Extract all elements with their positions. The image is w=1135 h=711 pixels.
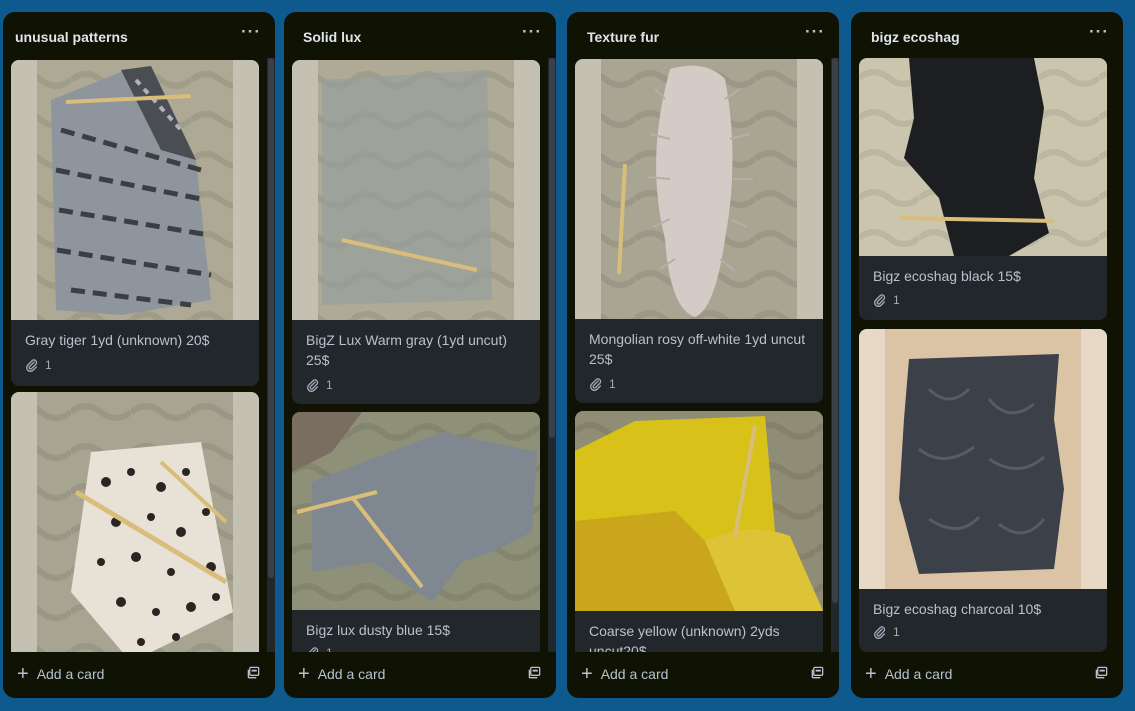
list-bigz-ecoshag: bigz ecoshag ··· Bigz ecoshag black 15$ … bbox=[851, 12, 1123, 698]
scrollbar[interactable] bbox=[548, 58, 556, 652]
paperclip-icon bbox=[873, 293, 887, 307]
more-horizontal-icon[interactable]: ··· bbox=[522, 22, 542, 42]
scrollbar[interactable] bbox=[831, 58, 839, 652]
card-title: Bigz lux dusty blue 15$ bbox=[306, 622, 450, 638]
attachment-count: 1 bbox=[45, 358, 52, 372]
scrollbar[interactable] bbox=[267, 58, 275, 652]
paperclip-icon bbox=[25, 358, 39, 372]
list-title[interactable]: unusual patterns bbox=[15, 29, 128, 45]
list-footer: + Add a card bbox=[284, 652, 556, 698]
card-cover-image bbox=[11, 392, 259, 652]
plus-icon: + bbox=[17, 663, 29, 685]
add-card-button[interactable]: + Add a card bbox=[292, 658, 492, 690]
card-mongolian[interactable]: Mongolian rosy off-white 1yd uncut 25$ 1 bbox=[575, 59, 823, 403]
attachment-count: 1 bbox=[893, 625, 900, 639]
card-title: Gray tiger 1yd (unknown) 20$ bbox=[25, 332, 210, 348]
add-card-label: Add a card bbox=[36, 666, 105, 682]
scrollbar-thumb[interactable] bbox=[549, 58, 555, 438]
attachment-count: 1 bbox=[326, 378, 333, 392]
card-cover-image bbox=[859, 329, 1107, 589]
more-horizontal-icon[interactable]: ··· bbox=[241, 22, 261, 42]
attachment-count: 1 bbox=[609, 377, 616, 391]
card-cover-image bbox=[575, 59, 823, 319]
card-title: Mongolian rosy off-white 1yd uncut 25$ bbox=[589, 331, 806, 367]
card-cover-image bbox=[11, 60, 259, 320]
plus-icon: + bbox=[865, 663, 877, 685]
attachment-badge: 1 bbox=[25, 358, 52, 372]
card-title: BigZ Lux Warm gray (1yd uncut) 25$ bbox=[306, 332, 507, 368]
list-title[interactable]: bigz ecoshag bbox=[871, 29, 960, 45]
more-horizontal-icon[interactable]: ··· bbox=[1089, 22, 1109, 42]
list-title[interactable]: Solid lux bbox=[303, 29, 361, 45]
plus-icon: + bbox=[298, 663, 310, 685]
attachment-badge: 1 bbox=[873, 625, 900, 639]
more-horizontal-icon[interactable]: ··· bbox=[805, 22, 825, 42]
card-list: BigZ Lux Warm gray (1yd uncut) 25$ 1 Big… bbox=[284, 58, 556, 652]
add-card-button[interactable]: + Add a card bbox=[859, 658, 1059, 690]
add-card-label: Add a card bbox=[317, 666, 386, 682]
paperclip-icon bbox=[306, 378, 320, 392]
card-title: Coarse yellow (unknown) 2yds uncut20$ bbox=[589, 623, 780, 652]
card-template-icon[interactable] bbox=[527, 665, 542, 685]
attachment-count: 1 bbox=[893, 293, 900, 307]
card-gray-tiger[interactable]: Gray tiger 1yd (unknown) 20$ 1 bbox=[11, 60, 259, 386]
list-header: unusual patterns ··· bbox=[3, 12, 275, 58]
card-title: Bigz ecoshag charcoal 10$ bbox=[873, 601, 1042, 617]
card-list: Mongolian rosy off-white 1yd uncut 25$ 1… bbox=[567, 58, 839, 652]
card-template-icon[interactable] bbox=[246, 665, 261, 685]
card-cover-image bbox=[292, 412, 540, 610]
card-title: Bigz ecoshag black 15$ bbox=[873, 268, 1021, 284]
card-warm-gray[interactable]: BigZ Lux Warm gray (1yd uncut) 25$ 1 bbox=[292, 60, 540, 404]
list-title[interactable]: Texture fur bbox=[587, 29, 659, 45]
paperclip-icon bbox=[873, 625, 887, 639]
card-cover-image bbox=[859, 58, 1107, 256]
add-card-label: Add a card bbox=[600, 666, 669, 682]
card-leopard[interactable] bbox=[11, 392, 259, 652]
plus-icon: + bbox=[581, 663, 593, 685]
list-solid-lux: Solid lux ··· BigZ Lux Warm gray (1yd un… bbox=[284, 12, 556, 698]
card-template-icon[interactable] bbox=[810, 665, 825, 685]
card-template-icon[interactable] bbox=[1094, 665, 1109, 685]
paperclip-icon bbox=[589, 377, 603, 391]
card-cover-image bbox=[575, 411, 823, 611]
scrollbar-thumb[interactable] bbox=[268, 58, 274, 578]
card-cover-image bbox=[292, 60, 540, 320]
list-footer: + Add a card bbox=[3, 652, 275, 698]
list-header: bigz ecoshag ··· bbox=[851, 12, 1123, 58]
add-card-label: Add a card bbox=[884, 666, 953, 682]
list-unusual-patterns: unusual patterns ··· Gray tiger 1yd (unk… bbox=[3, 12, 275, 698]
card-list: Bigz ecoshag black 15$ 1 Bigz ecoshag ch… bbox=[851, 58, 1123, 652]
list-footer: + Add a card bbox=[851, 652, 1123, 698]
attachment-badge: 1 bbox=[873, 293, 900, 307]
card-ecoshag-black[interactable]: Bigz ecoshag black 15$ 1 bbox=[859, 58, 1107, 320]
list-footer: + Add a card bbox=[567, 652, 839, 698]
attachment-badge: 1 bbox=[306, 378, 333, 392]
card-ecoshag-charcoal[interactable]: Bigz ecoshag charcoal 10$ 1 bbox=[859, 329, 1107, 652]
scrollbar-thumb[interactable] bbox=[832, 58, 838, 603]
card-coarse-yellow[interactable]: Coarse yellow (unknown) 2yds uncut20$ bbox=[575, 411, 823, 652]
add-card-button[interactable]: + Add a card bbox=[11, 658, 211, 690]
card-dusty-blue[interactable]: Bigz lux dusty blue 15$ 1 bbox=[292, 412, 540, 652]
list-header: Texture fur ··· bbox=[567, 12, 839, 58]
add-card-button[interactable]: + Add a card bbox=[575, 658, 775, 690]
list-texture-fur: Texture fur ··· Mongolian rosy off-white… bbox=[567, 12, 839, 698]
list-header: Solid lux ··· bbox=[284, 12, 556, 58]
attachment-badge: 1 bbox=[589, 377, 616, 391]
card-list: Gray tiger 1yd (unknown) 20$ 1 bbox=[3, 58, 275, 652]
